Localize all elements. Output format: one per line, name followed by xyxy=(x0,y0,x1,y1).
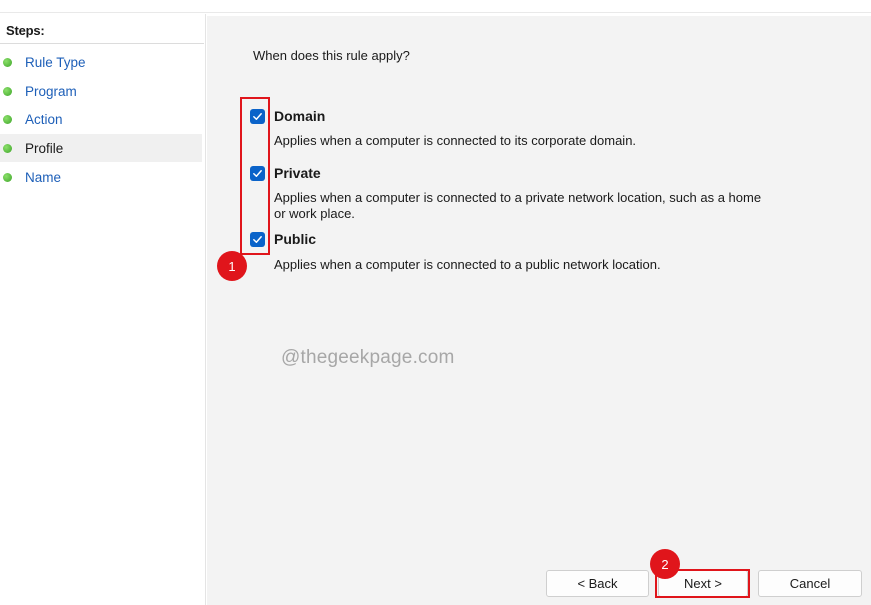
step-complete-dot-icon xyxy=(3,57,12,67)
private-description-line2: or work place. xyxy=(274,206,355,221)
public-description: Applies when a computer is connected to … xyxy=(274,257,661,272)
step-badge-1: 1 xyxy=(217,251,247,281)
step-current-dot-icon xyxy=(3,143,12,153)
step-label[interactable]: Rule Type xyxy=(25,55,86,70)
step-rule-type[interactable]: Rule Type xyxy=(0,48,202,76)
step-name[interactable]: Name xyxy=(0,163,202,191)
step-profile[interactable]: Profile xyxy=(0,134,202,162)
public-label[interactable]: Public xyxy=(274,231,316,247)
step-label[interactable]: Program xyxy=(25,84,77,99)
steps-sidebar: Steps: Rule Type Program Action Profile … xyxy=(0,14,206,605)
step-label: Profile xyxy=(25,140,64,156)
window-top-strip xyxy=(0,0,871,13)
private-label[interactable]: Private xyxy=(274,165,321,181)
step-complete-dot-icon xyxy=(3,114,12,124)
watermark-text: @thegeekpage.com xyxy=(281,347,455,368)
step-program[interactable]: Program xyxy=(0,77,202,105)
domain-description: Applies when a computer is connected to … xyxy=(274,133,637,148)
step-label[interactable]: Name xyxy=(25,170,61,185)
step-complete-dot-icon xyxy=(3,86,12,96)
private-description-line1: Applies when a computer is connected to … xyxy=(274,190,762,205)
steps-divider xyxy=(0,43,204,44)
profile-panel: When does this rule apply? Domain Applie… xyxy=(207,16,871,605)
step-badge-2: 2 xyxy=(650,549,680,579)
cancel-button[interactable]: Cancel xyxy=(758,570,862,597)
step-action[interactable]: Action xyxy=(0,105,202,133)
step-label[interactable]: Action xyxy=(25,112,63,127)
back-button[interactable]: < Back xyxy=(546,570,649,597)
step-complete-dot-icon xyxy=(3,172,12,182)
domain-label[interactable]: Domain xyxy=(274,108,325,124)
checkbox-highlight-box xyxy=(240,97,270,255)
steps-title: Steps: xyxy=(6,23,45,38)
question-heading: When does this rule apply? xyxy=(253,48,410,63)
